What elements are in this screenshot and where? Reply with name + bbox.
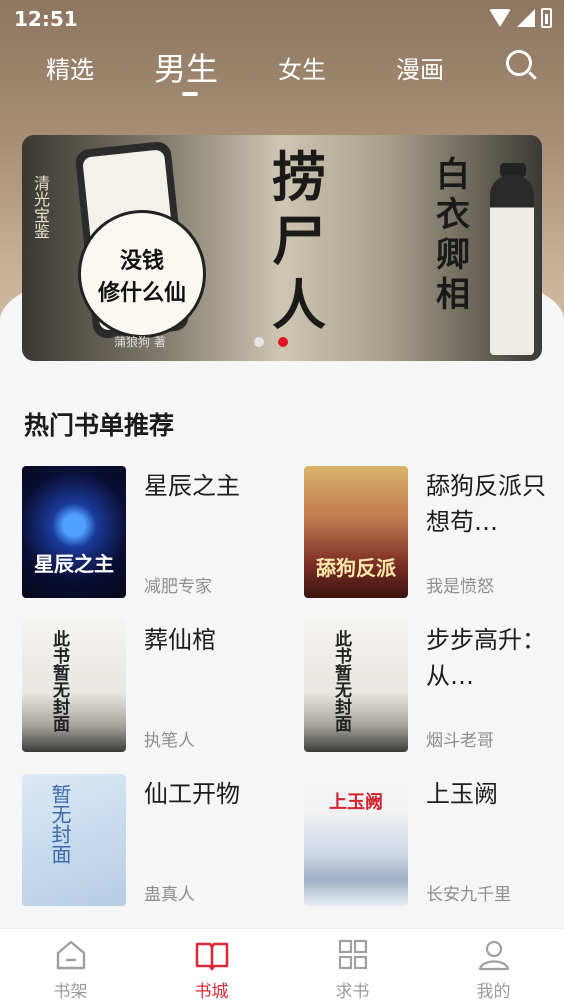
banner-slogan-line2: 修什么仙 [97,281,186,306]
book-card[interactable]: 上玉阙 上玉阙 长安九千里 [304,774,564,906]
book-title[interactable]: 仙工开物 [144,776,272,812]
carousel-dot-2[interactable] [278,337,288,347]
tab-active-indicator [182,92,198,96]
book-open-icon [195,942,229,971]
banner-slogan-bubble: 没钱 修什么仙 [78,210,206,338]
banner-author: 蒲狼狗 著 [114,335,166,349]
figure-illustration [490,175,534,355]
carousel-dot-1[interactable] [254,337,264,347]
nav-request-book[interactable]: 求书 [282,929,423,1004]
category-tabs: 精选 男生 女生 漫画 [0,42,564,102]
carousel-dots [254,337,288,347]
banner-carousel[interactable]: 清光宝鉴 没钱 修什么仙 蒲狼狗 著 捞尸人 白衣卿相 [22,135,542,361]
signal-icon [517,9,535,27]
nav-label: 书城 [194,982,229,1002]
tab-comics[interactable]: 漫画 [396,50,444,85]
book-title[interactable]: 步步高升：从… [426,622,554,694]
bookshelf-icon [56,940,86,970]
book-cover[interactable]: 此书暂无封面 [304,620,408,752]
wifi-icon [489,9,511,27]
nav-bookshelf[interactable]: 书架 [0,929,141,1004]
book-cover[interactable]: 星辰之主 [22,466,126,598]
section-title: 热门书单推荐 [24,411,175,440]
banner-title-right: 白衣卿相 [436,155,470,315]
search-icon[interactable] [506,50,532,76]
status-bar: 12:51 [0,0,564,38]
book-cover[interactable]: 舔狗反派 [304,466,408,598]
book-title[interactable]: 葬仙棺 [144,622,272,658]
book-card[interactable]: 舔狗反派 舔狗反派只想苟… 我是愤怒 [304,466,564,598]
banner-slogan-line1: 没钱 [119,249,164,274]
status-time: 12:51 [14,7,78,31]
book-author: 减肥专家 [144,577,212,597]
grid-icon [338,939,368,970]
book-card[interactable]: 此书暂无封面 葬仙棺 执笔人 [22,620,282,752]
book-author: 长安九千里 [426,885,511,905]
bottom-nav: 书架 书城 求书 我的 [0,928,564,1004]
book-title[interactable]: 舔狗反派只想苟… [426,468,554,540]
book-author: 蛊真人 [144,885,195,905]
book-cover[interactable]: 此书暂无封面 [22,620,126,752]
book-cover[interactable]: 暂无封面 [22,774,126,906]
tab-male[interactable]: 男生 [154,44,218,90]
book-card[interactable]: 星辰之主 星辰之主 减肥专家 [22,466,282,598]
book-title[interactable]: 上玉阙 [426,776,554,812]
book-cover[interactable]: 上玉阙 [304,774,408,906]
banner-title-left: 捞尸人 [272,145,326,337]
nav-label: 我的 [476,982,511,1002]
nav-label: 求书 [335,982,370,1002]
battery-icon [541,8,552,28]
main-content: 热门书单推荐 星辰之主 星辰之主 减肥专家 舔狗反派 舔狗反派只想苟… 我是愤怒… [0,362,564,928]
banner-side-text: 清光宝鉴 [31,175,50,239]
book-author: 烟斗老哥 [426,731,494,751]
tab-female[interactable]: 女生 [278,50,326,85]
book-title[interactable]: 星辰之主 [144,468,272,504]
book-author: 我是愤怒 [426,577,494,597]
tab-featured[interactable]: 精选 [46,50,94,85]
nav-bookstore[interactable]: 书城 [141,929,282,1004]
nav-label: 书架 [53,982,88,1002]
book-card[interactable]: 此书暂无封面 步步高升：从… 烟斗老哥 [304,620,564,752]
user-icon [478,940,510,971]
book-author: 执笔人 [144,731,195,751]
book-card[interactable]: 暂无封面 仙工开物 蛊真人 [22,774,282,906]
nav-profile[interactable]: 我的 [423,929,564,1004]
